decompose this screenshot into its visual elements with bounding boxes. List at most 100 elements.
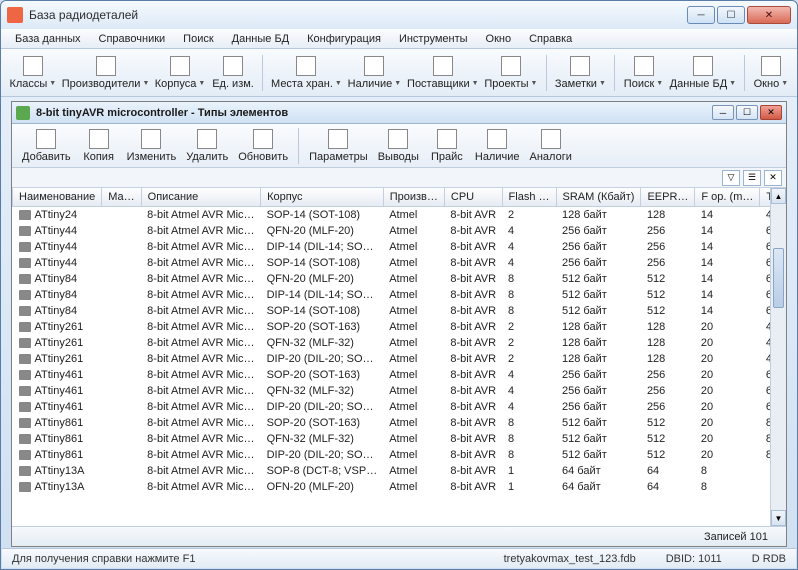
- tb-производители[interactable]: Производители▼: [61, 54, 151, 92]
- table-row[interactable]: ATtiny848-bit Atmel AVR Mic…SOP-14 (SOT-…: [13, 303, 787, 319]
- ctb-выводы[interactable]: Выводы: [374, 127, 423, 165]
- minimize-button[interactable]: ─: [687, 6, 715, 24]
- child-close-button[interactable]: ✕: [760, 105, 782, 120]
- filter-icon[interactable]: ▽: [722, 170, 740, 186]
- table-row[interactable]: ATtiny4618-bit Atmel AVR Mic…SOP-20 (SOT…: [13, 367, 787, 383]
- table-row[interactable]: ATtiny2618-bit Atmel AVR Mic…DIP-20 (DIL…: [13, 351, 787, 367]
- column-header[interactable]: Описание: [141, 188, 260, 207]
- table-cell: 512 байт: [556, 271, 641, 287]
- menu-база-данных[interactable]: База данных: [7, 31, 89, 47]
- mdi-client: 8-bit tinyAVR microcontroller - Типы эле…: [11, 101, 787, 547]
- tb-корпуса[interactable]: Корпуса▼: [152, 54, 207, 92]
- table-row[interactable]: ATtiny248-bit Atmel AVR Mic…SOP-14 (SOT-…: [13, 207, 787, 224]
- table-cell: 512 байт: [556, 447, 641, 463]
- scroll-up-button[interactable]: ▲: [771, 188, 786, 204]
- child-titlebar[interactable]: 8-bit tinyAVR microcontroller - Типы эле…: [12, 102, 786, 124]
- table-row[interactable]: ATtiny848-bit Atmel AVR Mic…DIP-14 (DIL-…: [13, 287, 787, 303]
- column-header[interactable]: Flash …: [502, 188, 556, 207]
- scroll-down-button[interactable]: ▼: [771, 510, 786, 526]
- child-maximize-button[interactable]: ☐: [736, 105, 758, 120]
- menu-справка[interactable]: Справка: [521, 31, 580, 47]
- column-header[interactable]: Корпус: [261, 188, 384, 207]
- tb-данные-бд[interactable]: Данные БД▼: [668, 54, 738, 92]
- record-count: Записей 101: [704, 531, 768, 543]
- tb-заметки[interactable]: Заметки▼: [553, 54, 609, 92]
- menu-конфигурация[interactable]: Конфигурация: [299, 31, 389, 47]
- table-row[interactable]: ATtiny4618-bit Atmel AVR Mic…DIP-20 (DIL…: [13, 399, 787, 415]
- table-row[interactable]: ATtiny13A8-bit Atmel AVR Mic…OFN-20 (MLF…: [13, 479, 787, 495]
- menu-окно[interactable]: Окно: [478, 31, 520, 47]
- clear-filter-icon[interactable]: ✕: [764, 170, 782, 186]
- tb-ед-изм-[interactable]: Ед. изм.: [210, 54, 257, 92]
- ctb-копия[interactable]: Копия: [77, 127, 121, 165]
- ctb-добавить[interactable]: Добавить: [18, 127, 75, 165]
- toolbar-icon: [96, 56, 116, 76]
- table-cell: Atmel: [383, 479, 444, 495]
- column-header[interactable]: EEPR…: [641, 188, 695, 207]
- toolbar-label: Производители▼: [62, 78, 150, 90]
- tb-места-хран-[interactable]: Места хран.▼: [269, 54, 343, 92]
- tb-проекты[interactable]: Проекты▼: [482, 54, 540, 92]
- data-grid[interactable]: НаименованиеМа…ОписаниеКорпусПроизв…CPUF…: [12, 188, 786, 526]
- table-cell: 8-bit AVR: [444, 351, 502, 367]
- child-minimize-button[interactable]: ─: [712, 105, 734, 120]
- menu-данные-бд[interactable]: Данные БД: [224, 31, 297, 47]
- table-cell: 8-bit Atmel AVR Mic…: [141, 303, 260, 319]
- table-row[interactable]: ATtiny4618-bit Atmel AVR Mic…QFN-32 (MLF…: [13, 383, 787, 399]
- tb-окно[interactable]: Окно▼: [751, 54, 791, 92]
- table-cell: 8-bit Atmel AVR Mic…: [141, 239, 260, 255]
- tb-классы[interactable]: Классы▼: [7, 54, 59, 92]
- table-row[interactable]: ATtiny8618-bit Atmel AVR Mic…QFN-32 (MLF…: [13, 431, 787, 447]
- table-row[interactable]: ATtiny8618-bit Atmel AVR Mic…SOP-20 (SOT…: [13, 415, 787, 431]
- ctb-прайс[interactable]: Прайс: [425, 127, 469, 165]
- ctb-удалить[interactable]: Удалить: [182, 127, 232, 165]
- close-button[interactable]: ✕: [747, 6, 791, 24]
- ctb-обновить[interactable]: Обновить: [234, 127, 292, 165]
- ctb-параметры[interactable]: Параметры: [305, 127, 372, 165]
- titlebar[interactable]: База радиодеталей ─ ☐ ✕: [1, 1, 797, 29]
- menu-справочники[interactable]: Справочники: [91, 31, 174, 47]
- toolbar-icon: [693, 56, 713, 76]
- table-row[interactable]: ATtiny2618-bit Atmel AVR Mic…QFN-32 (MLF…: [13, 335, 787, 351]
- maximize-button[interactable]: ☐: [717, 6, 745, 24]
- menu-поиск[interactable]: Поиск: [175, 31, 221, 47]
- child-toolbar-label: Удалить: [186, 151, 228, 163]
- toolbar-label: Окно▼: [754, 78, 789, 90]
- column-header[interactable]: F op. (m…: [695, 188, 760, 207]
- table-row[interactable]: ATtiny848-bit Atmel AVR Mic…QFN-20 (MLF-…: [13, 271, 787, 287]
- tb-поиск[interactable]: Поиск▼: [621, 54, 666, 92]
- ctb-аналоги[interactable]: Аналоги: [526, 127, 576, 165]
- tb-наличие[interactable]: Наличие▼: [345, 54, 403, 92]
- column-header[interactable]: CPU: [444, 188, 502, 207]
- table-cell: 128: [641, 335, 695, 351]
- ctb-изменить[interactable]: Изменить: [123, 127, 181, 165]
- table-cell: Atmel: [383, 303, 444, 319]
- table-cell: [102, 479, 141, 495]
- table-row[interactable]: ATtiny8618-bit Atmel AVR Mic…DIP-20 (DIL…: [13, 447, 787, 463]
- table-cell: 8: [695, 463, 760, 479]
- table-cell: 8-bit AVR: [444, 239, 502, 255]
- column-header[interactable]: SRAM (Кбайт): [556, 188, 641, 207]
- table-cell: 8-bit Atmel AVR Mic…: [141, 367, 260, 383]
- ctb-наличие[interactable]: Наличие: [471, 127, 524, 165]
- tb-поставщики[interactable]: Поставщики▼: [405, 54, 480, 92]
- table-row[interactable]: ATtiny13A8-bit Atmel AVR Mic…SOP-8 (DCT-…: [13, 463, 787, 479]
- vertical-scrollbar[interactable]: ▲ ▼: [770, 188, 786, 526]
- column-header[interactable]: Наименование: [13, 188, 102, 207]
- dropdown-icon: ▼: [656, 80, 663, 87]
- column-header[interactable]: Ма…: [102, 188, 141, 207]
- menu-инструменты[interactable]: Инструменты: [391, 31, 476, 47]
- scroll-thumb[interactable]: [773, 248, 784, 308]
- child-toolbar-label: Параметры: [309, 151, 368, 163]
- table-row[interactable]: ATtiny448-bit Atmel AVR Mic…SOP-14 (SOT-…: [13, 255, 787, 271]
- table-row[interactable]: ATtiny448-bit Atmel AVR Mic…QFN-20 (MLF-…: [13, 223, 787, 239]
- table-cell: ATtiny861: [13, 431, 102, 447]
- table-row[interactable]: ATtiny2618-bit Atmel AVR Mic…SOP-20 (SOT…: [13, 319, 787, 335]
- table-cell: SOP-20 (SOT-163): [261, 319, 384, 335]
- column-header[interactable]: Произв…: [383, 188, 444, 207]
- table-cell: Atmel: [383, 255, 444, 271]
- table-cell: 512: [641, 431, 695, 447]
- columns-icon[interactable]: ☰: [743, 170, 761, 186]
- table-cell: Atmel: [383, 447, 444, 463]
- table-row[interactable]: ATtiny448-bit Atmel AVR Mic…DIP-14 (DIL-…: [13, 239, 787, 255]
